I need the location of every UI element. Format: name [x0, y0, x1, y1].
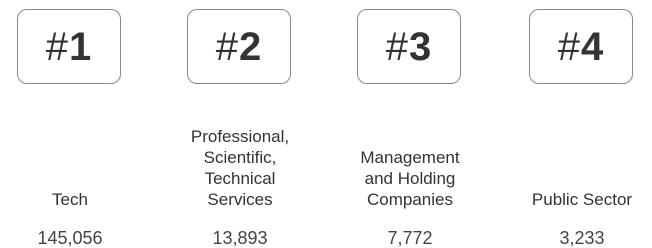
rank-badge: #1 — [17, 9, 121, 84]
rank-number: 2 — [239, 24, 263, 69]
industry-value: 145,056 — [37, 228, 103, 248]
rank-hash: # — [215, 24, 239, 69]
rank-number: 4 — [581, 24, 605, 69]
rank-hash: # — [385, 24, 409, 69]
rank-hash: # — [45, 24, 69, 69]
industry-label: Professional, Scientific, Technical Serv… — [190, 127, 290, 209]
ranking-item-2: #2 Professional, Scientific, Technical S… — [170, 0, 310, 248]
ranking-item-4: #4 Public Sector 3,233 — [512, 0, 652, 248]
rank-hash: # — [557, 24, 581, 69]
industry-label: Management and Holding Companies — [360, 148, 460, 209]
industry-value: 13,893 — [212, 228, 268, 248]
rank-badge: #2 — [187, 9, 291, 84]
industry-value: 3,233 — [559, 228, 605, 248]
rank-number: 3 — [409, 24, 433, 69]
industry-label: Tech — [52, 190, 88, 209]
rank-number: 1 — [69, 24, 93, 69]
ranking-item-1: #1 Tech 145,056 — [0, 0, 140, 248]
industry-value: 7,772 — [387, 228, 433, 248]
industry-ranking: #1 Tech 145,056 #2 Professional, Scienti… — [0, 0, 652, 248]
ranking-item-3: #3 Management and Holding Companies 7,77… — [340, 0, 480, 248]
industry-label: Public Sector — [531, 190, 633, 209]
rank-badge: #4 — [529, 9, 633, 84]
rank-badge: #3 — [357, 9, 461, 84]
